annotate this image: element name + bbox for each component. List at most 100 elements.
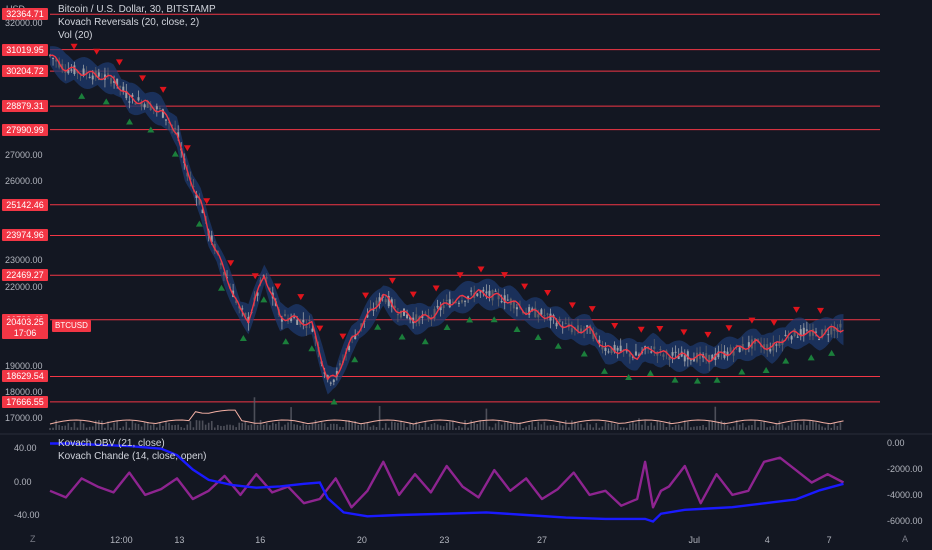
candle-body bbox=[396, 313, 399, 316]
volume-bar bbox=[448, 421, 451, 430]
candle-body bbox=[595, 332, 598, 335]
volume-bar bbox=[333, 423, 335, 430]
chart-title[interactable]: Bitcoin / U.S. Dollar, 30, BITSTAMP bbox=[58, 4, 216, 16]
volume-bar bbox=[796, 422, 799, 430]
volume-bar bbox=[156, 427, 158, 430]
volume-bar bbox=[366, 422, 369, 430]
candle-body bbox=[158, 107, 161, 109]
buy-marker bbox=[554, 342, 562, 349]
volume-bar bbox=[601, 426, 604, 430]
volume-bar bbox=[271, 422, 274, 430]
volume-bar bbox=[613, 424, 616, 430]
volume-bar bbox=[433, 422, 436, 430]
volume-bar bbox=[363, 423, 366, 430]
left-tick-label: -40.00 bbox=[14, 509, 40, 520]
sell-marker bbox=[70, 43, 78, 50]
timezone-toggle[interactable]: Z bbox=[30, 534, 36, 544]
sell-marker bbox=[432, 285, 440, 292]
volume-bar bbox=[671, 427, 674, 430]
candle-body bbox=[619, 345, 622, 352]
volume-bar bbox=[781, 424, 784, 430]
volume-bar bbox=[641, 424, 643, 430]
volume-bar bbox=[769, 426, 772, 430]
legend-kovach-chande[interactable]: Kovach Chande (14, close, open) bbox=[58, 451, 206, 463]
chart-canvas[interactable] bbox=[0, 0, 932, 550]
volume-bar bbox=[174, 425, 176, 430]
candle-body bbox=[543, 315, 546, 317]
y-tick-label: 22000.00 bbox=[5, 281, 43, 292]
volume-bar bbox=[49, 427, 51, 430]
legend-kovach-obv[interactable]: Kovach OBV (21, close) bbox=[58, 438, 165, 450]
auto-scale-button[interactable]: A bbox=[902, 534, 908, 544]
buy-marker bbox=[513, 326, 521, 333]
volume-bar bbox=[387, 427, 390, 430]
volume-bar bbox=[458, 425, 460, 430]
volume-bar bbox=[378, 406, 381, 430]
volume-bar bbox=[436, 424, 439, 430]
volume-bar bbox=[830, 427, 833, 430]
legend-volume[interactable]: Vol (20) bbox=[58, 30, 92, 42]
candle-body bbox=[375, 300, 378, 306]
volume-bar bbox=[143, 422, 146, 430]
candle-body bbox=[604, 347, 607, 351]
volume-bar bbox=[406, 427, 408, 430]
volume-bar bbox=[168, 422, 170, 430]
volume-bar bbox=[165, 421, 167, 430]
volume-bar bbox=[561, 425, 564, 430]
buy-marker bbox=[78, 92, 86, 99]
volume-bar bbox=[656, 421, 659, 430]
volume-bar bbox=[607, 423, 610, 430]
candle-body bbox=[457, 302, 460, 304]
volume-bar bbox=[632, 421, 634, 430]
sell-marker bbox=[816, 307, 824, 314]
candle-body bbox=[653, 346, 656, 350]
candle-body bbox=[52, 57, 55, 59]
chande-line bbox=[49, 456, 845, 509]
candle-body bbox=[555, 322, 558, 327]
candle-body bbox=[830, 327, 833, 335]
volume-bar bbox=[616, 424, 619, 430]
volume-bar bbox=[748, 425, 750, 430]
volume-bar bbox=[754, 420, 756, 430]
y-tick-label: 17000.00 bbox=[5, 413, 43, 424]
candle-body bbox=[485, 291, 488, 294]
volume-bar bbox=[281, 426, 283, 430]
volume-bar bbox=[134, 423, 137, 430]
candle-body bbox=[436, 305, 439, 308]
volume-bar bbox=[540, 424, 543, 430]
volume-bar bbox=[98, 420, 100, 430]
volume-bar bbox=[790, 422, 793, 430]
y-tick-label: 19000.00 bbox=[5, 360, 43, 371]
volume-bar bbox=[336, 424, 338, 430]
volume-bar bbox=[622, 427, 625, 430]
candle-body bbox=[91, 75, 94, 80]
candle-body bbox=[164, 119, 167, 121]
volume-bar bbox=[812, 420, 814, 430]
candle-body bbox=[445, 299, 448, 301]
volume-bar bbox=[110, 427, 112, 430]
volume-bar bbox=[677, 424, 680, 430]
volume-bar bbox=[702, 424, 704, 430]
volume-bar bbox=[183, 427, 186, 430]
candle-body bbox=[311, 328, 314, 332]
candle-body bbox=[650, 351, 653, 353]
volume-bar bbox=[546, 425, 549, 430]
volume-bar bbox=[149, 425, 152, 430]
x-tick-label: 27 bbox=[536, 535, 547, 545]
volume-bar bbox=[564, 420, 567, 430]
sell-marker bbox=[93, 48, 101, 55]
sell-marker bbox=[159, 86, 167, 93]
volume-bar bbox=[763, 420, 765, 430]
volume-bar bbox=[571, 420, 573, 430]
volume-bar bbox=[604, 421, 607, 430]
y-tick-label: 27000.00 bbox=[5, 149, 43, 160]
price-countdown: 17:06 bbox=[13, 328, 37, 338]
volume-bar bbox=[372, 425, 375, 430]
legend-kovach-reversals[interactable]: Kovach Reversals (20, close, 2) bbox=[58, 17, 199, 29]
volume-bar bbox=[693, 426, 695, 430]
candle-body bbox=[769, 348, 772, 352]
volume-bar bbox=[479, 420, 482, 430]
volume-bar bbox=[491, 427, 494, 430]
level-label: 28879.31 bbox=[2, 100, 48, 113]
volume-bar bbox=[265, 423, 268, 430]
